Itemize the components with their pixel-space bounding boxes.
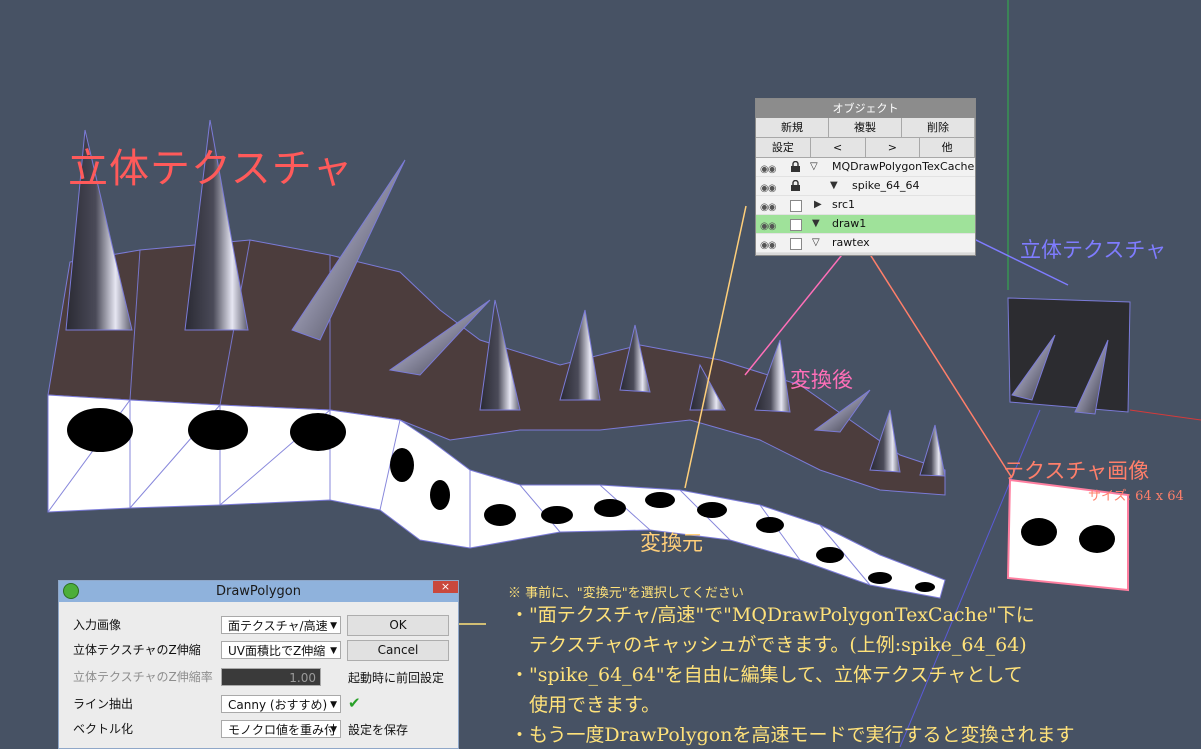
- cancel-button[interactable]: Cancel: [347, 640, 449, 661]
- main-title-label: 立体テクスチャ: [68, 146, 354, 192]
- input-image-label: 入力画像: [73, 618, 122, 632]
- expand-icon[interactable]: ▽: [810, 158, 818, 176]
- before-label: 変換元: [640, 531, 703, 555]
- note-header: ※ 事前に、"変換元"を選択してください: [508, 586, 744, 601]
- chevron-down-icon: ▼: [330, 621, 337, 631]
- note-line: ・"spike_64_64"を自由に編集して、立体テクスチャとして: [510, 664, 1023, 686]
- red-axis: [1129, 409, 1201, 421]
- dialog-titlebar[interactable]: DrawPolygon ×: [59, 581, 458, 602]
- object-row-selected[interactable]: ◉◉ ▼ draw1: [756, 215, 975, 234]
- other-button[interactable]: 他: [920, 138, 975, 157]
- app-icon: [63, 583, 79, 599]
- object-name: MQDrawPolygonTexCache: [832, 160, 975, 173]
- object-panel: オブジェクト 新規 複製 削除 設定 < > 他 ◉◉ ▽ MQDrawPoly…: [755, 98, 976, 256]
- object-name: rawtex: [832, 236, 870, 249]
- vectorize-select[interactable]: モノクロ値を重み付 ▼: [221, 720, 341, 738]
- object-name: spike_64_64: [852, 179, 920, 192]
- check-icon[interactable]: ✔: [348, 694, 361, 712]
- lock-icon[interactable]: [790, 180, 801, 191]
- chevron-down-icon: ▼: [330, 725, 337, 735]
- expand-icon[interactable]: ▶: [814, 196, 822, 214]
- texture-image-label: テクスチャ画像: [1003, 459, 1150, 483]
- object-panel-title: オブジェクト: [756, 99, 975, 118]
- expand-icon[interactable]: ▼: [812, 215, 820, 233]
- note-line: テクスチャのキャッシュができます。(上例:spike_64_64): [510, 634, 1027, 656]
- dialog-title: DrawPolygon: [215, 584, 302, 599]
- chevron-down-icon: ▼: [330, 700, 337, 710]
- object-row[interactable]: ◉◉ ▼ spike_64_64: [756, 177, 975, 196]
- eye-icon[interactable]: ◉◉: [760, 237, 776, 255]
- z-scale-rate-label: 立体テクスチャのZ伸縮率: [73, 670, 213, 684]
- z-scale-rate-input[interactable]: 1.00: [221, 668, 321, 686]
- note-line: ・"面テクスチャ/高速"で"MQDrawPolygonTexCache"下に: [510, 604, 1035, 626]
- note-line: 使用できます。: [510, 694, 661, 716]
- prev-button[interactable]: <: [810, 138, 866, 157]
- duplicate-button[interactable]: 複製: [829, 118, 902, 137]
- object-row[interactable]: ◉◉ ▶ src1: [756, 196, 975, 215]
- after-label: 変換後: [790, 368, 853, 392]
- input-image-select[interactable]: 面テクスチャ/高速 ▼: [221, 616, 341, 634]
- ok-button[interactable]: OK: [347, 615, 449, 636]
- chevron-down-icon: ▼: [330, 646, 337, 656]
- z-scale-select[interactable]: UV面積比でZ伸縮 ▼: [221, 641, 341, 659]
- object-row[interactable]: ◉◉ ▽ rawtex: [756, 234, 975, 253]
- delete-button[interactable]: 削除: [902, 118, 975, 137]
- lock-checkbox[interactable]: [790, 219, 802, 231]
- note-line: ・もう一度DrawPolygonを高速モードで実行すると変換されます: [510, 724, 1075, 746]
- settings-button[interactable]: 設定: [756, 138, 811, 157]
- object-name: src1: [832, 198, 856, 211]
- lock-icon[interactable]: [790, 161, 801, 172]
- solid-texture-label: 立体テクスチャ: [1020, 238, 1167, 262]
- expand-icon[interactable]: ▼: [830, 177, 838, 195]
- z-scale-label: 立体テクスチャのZ伸縮: [73, 643, 201, 657]
- next-button[interactable]: >: [865, 138, 921, 157]
- object-name: draw1: [832, 217, 867, 230]
- size-label: サイズ: 64 x 64: [1088, 489, 1184, 504]
- close-icon[interactable]: ×: [433, 581, 458, 593]
- line-extract-select[interactable]: Canny (おすすめ) ▼: [221, 695, 341, 713]
- startup-label: 起動時に前回設定: [348, 671, 445, 685]
- object-row[interactable]: ◉◉ ▽ MQDrawPolygonTexCache: [756, 158, 975, 177]
- save-settings-button[interactable]: 設定を保存: [348, 719, 408, 741]
- expand-icon[interactable]: ▽: [812, 234, 820, 252]
- object-list: ◉◉ ▽ MQDrawPolygonTexCache ◉◉ ▼ spike_64…: [756, 158, 975, 253]
- line-extract-label: ライン抽出: [73, 697, 134, 711]
- lock-checkbox[interactable]: [790, 200, 802, 212]
- lock-checkbox[interactable]: [790, 238, 802, 250]
- vectorize-label: ベクトル化: [73, 722, 134, 736]
- drawpolygon-dialog: DrawPolygon × 入力画像 面テクスチャ/高速 ▼ OK 立体テクスチャ…: [58, 580, 459, 749]
- new-button[interactable]: 新規: [756, 118, 829, 137]
